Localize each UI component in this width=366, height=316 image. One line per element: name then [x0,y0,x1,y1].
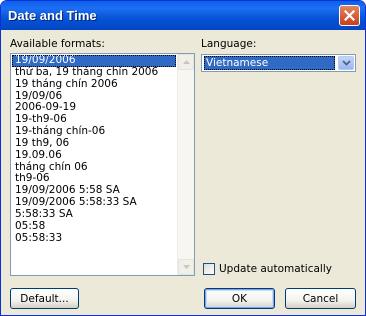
format-item[interactable]: 19.09.06 [12,149,177,162]
arrow-up-icon [182,60,190,64]
default-button-label: Default... [20,292,69,305]
available-formats-label: Available formats: [10,38,105,50]
format-item[interactable]: thứ ba, 19 tháng chín 2006 [12,66,177,79]
language-label: Language: [201,38,257,50]
cancel-button-label: Cancel [302,292,339,305]
default-button[interactable]: Default... [10,288,79,309]
close-icon [344,10,355,21]
window-title: Date and Time [8,8,97,23]
language-value: Vietnamese [204,56,335,70]
update-automatically-checkbox[interactable] [203,263,215,275]
formats-scrollbar[interactable] [177,54,194,275]
date-time-dialog: Date and Time Available formats: 19/09/2… [0,0,366,316]
available-formats-list[interactable]: 19/09/2006 thứ ba, 19 tháng chín 2006 19 t… [10,53,195,276]
ok-button[interactable]: OK [204,288,275,309]
scroll-up-button[interactable] [178,54,194,70]
language-select[interactable]: Vietnamese [201,54,356,72]
format-item[interactable]: 05:58:33 [12,232,177,245]
chevron-down-icon [341,60,351,66]
scroll-down-button[interactable] [178,259,194,275]
format-item[interactable]: 19 tháng chín 2006 [12,78,177,91]
update-automatically-label[interactable]: Update automatically [219,263,332,275]
format-item[interactable]: 05:58 [12,220,177,233]
format-item[interactable]: 19 th9, 06 [12,137,177,150]
cancel-button[interactable]: Cancel [285,288,356,309]
ok-button-label: OK [231,292,248,305]
formats-items: 19/09/2006 thứ ba, 19 tháng chín 2006 19 t… [12,55,177,274]
arrow-down-icon [182,265,190,269]
close-button[interactable] [339,5,360,26]
title-bar[interactable]: Date and Time [1,1,365,30]
dialog-body: Available formats: 19/09/2006 thứ ba, 19 … [4,30,362,313]
language-dropdown-button[interactable] [338,56,354,70]
